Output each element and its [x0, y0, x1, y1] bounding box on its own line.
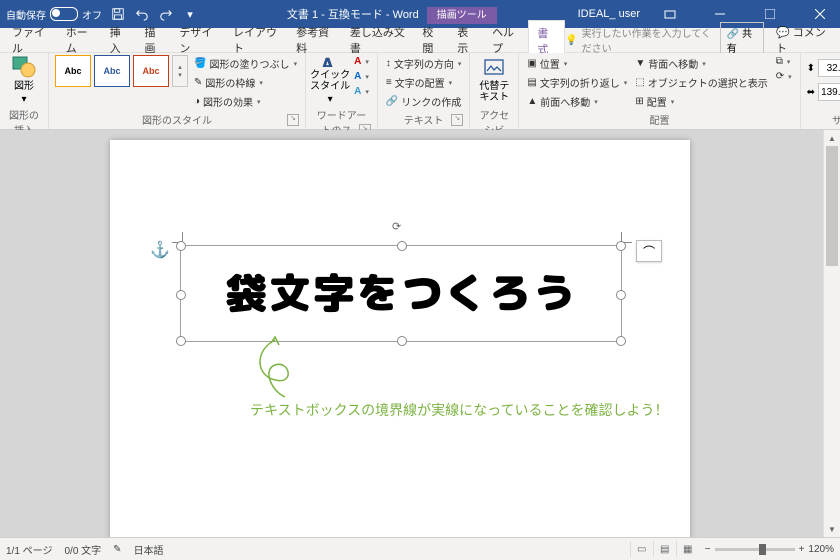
print-layout-icon[interactable]: ▤	[653, 541, 676, 557]
style-thumb[interactable]: Abc	[55, 55, 91, 87]
wrap-text-button[interactable]: ▤文字列の折り返し▾	[525, 74, 629, 91]
resize-handle[interactable]	[616, 336, 626, 346]
shapes-button[interactable]: 図形▾	[6, 55, 42, 105]
scroll-down-icon[interactable]: ▼	[824, 521, 840, 537]
page[interactable]: ⚓ ⟳ 袋文字をつくろう ⌒ テキストボックスの境界線が実線になっていることを確…	[110, 140, 690, 537]
resize-handle[interactable]	[176, 336, 186, 346]
text-outline-button[interactable]: A▾	[352, 70, 371, 83]
shape-fill-button[interactable]: 🪣図形の塗りつぶし▾	[192, 55, 299, 72]
language-indicator[interactable]: 日本語	[134, 542, 164, 557]
align-icon: ≡	[386, 77, 392, 88]
dialog-launcher-icon[interactable]: ↘	[287, 114, 299, 126]
zoom-in-icon[interactable]: +	[799, 544, 805, 555]
zoom-control[interactable]: − + 120%	[705, 544, 834, 555]
group-label: サイズ↘	[807, 110, 840, 129]
page-indicator[interactable]: 1/1 ページ	[6, 542, 52, 557]
annotation-arrow-icon	[245, 335, 305, 405]
status-bar: 1/1 ページ 0/0 文字 ✎ 日本語 ▭ ▤ ▦ − + 120%	[0, 537, 840, 560]
layout-options-icon[interactable]: ⌒	[636, 240, 662, 262]
resize-handle[interactable]	[176, 241, 186, 251]
group-icon: ⧉	[776, 56, 783, 67]
group-arrange: ▣位置▾ ▤文字列の折り返し▾ ▲前面へ移動▾ ▼背面へ移動▾ ⬚オブジェクトの…	[519, 53, 800, 129]
dialog-launcher-icon[interactable]: ↘	[451, 114, 463, 126]
group-wordart: A クイック スタイル▾ A▾ A▾ A▾ ワードアートのス…↘	[306, 53, 378, 129]
group-insert-shapes: 図形▾ 図形の挿入	[0, 53, 49, 129]
scroll-up-icon[interactable]: ▲	[824, 130, 840, 146]
zoom-out-icon[interactable]: −	[705, 544, 711, 555]
effects-icon: ◑	[194, 96, 200, 107]
height-input[interactable]: ⬍▴▾	[807, 59, 840, 77]
rotate-button[interactable]: ⟳▾	[774, 70, 794, 83]
group-label: テキスト↘	[384, 110, 464, 129]
resize-handle[interactable]	[176, 290, 186, 300]
zoom-slider[interactable]	[715, 548, 795, 551]
align-text-button[interactable]: ≡文字の配置▾	[384, 74, 464, 91]
gallery-more-icon[interactable]: ▴▾	[172, 55, 188, 87]
resize-handle[interactable]	[397, 336, 407, 346]
group-label: 図形のスタイル↘	[55, 110, 299, 129]
ribbon: 図形▾ 図形の挿入 Abc Abc Abc ▴▾ 🪣図形の塗りつぶし▾ ✎図形の…	[0, 53, 840, 130]
bring-forward-button[interactable]: ▲前面へ移動▾	[525, 93, 629, 110]
proofing-icon[interactable]: ✎	[113, 544, 121, 555]
user-name[interactable]: IDEAL_ user	[578, 8, 640, 20]
text-direction-button[interactable]: ↕文字列の方向▾	[384, 55, 464, 72]
svg-text:A: A	[321, 55, 334, 67]
anchor-icon: ⚓	[150, 240, 170, 260]
document-area[interactable]: ⚓ ⟳ 袋文字をつくろう ⌒ テキストボックスの境界線が実線になっていることを確…	[0, 130, 840, 537]
alt-text-button[interactable]: 代替テ キスト	[476, 55, 512, 105]
style-thumb[interactable]: Abc	[94, 55, 130, 87]
select-icon: ⬚	[635, 77, 644, 88]
align-obj-icon: ⊞	[635, 96, 643, 107]
resize-handle[interactable]	[616, 290, 626, 300]
rotate-icon: ⟳	[776, 71, 784, 82]
send-backward-button[interactable]: ▼背面へ移動▾	[633, 55, 769, 72]
style-gallery[interactable]: Abc Abc Abc ▴▾	[55, 55, 188, 87]
resize-handle[interactable]	[397, 241, 407, 251]
height-icon: ⬍	[807, 63, 815, 74]
rotate-handle-icon[interactable]: ⟳	[392, 220, 408, 236]
text-box[interactable]: 袋文字をつくろう	[180, 245, 622, 342]
width-input[interactable]: ⬌▴▾	[807, 83, 840, 101]
resize-handle[interactable]	[616, 241, 626, 251]
group-shape-styles: Abc Abc Abc ▴▾ 🪣図形の塗りつぶし▾ ✎図形の枠線▾ ◑図形の効果…	[49, 53, 306, 129]
width-icon: ⬌	[807, 87, 815, 98]
ribbon-tabs: ファイル ホーム 挿入 描画 デザイン レイアウト 参考資料 差し込み文書 校閲…	[0, 28, 840, 53]
group-size: ⬍▴▾ ⬌▴▾ サイズ↘	[801, 53, 840, 129]
scroll-thumb[interactable]	[826, 146, 838, 266]
annotation-text: テキストボックスの境界線が実線になっていることを確認しよう！	[250, 400, 668, 420]
selection-pane-button[interactable]: ⬚オブジェクトの選択と表示	[633, 74, 769, 91]
create-link-button[interactable]: 🔗リンクの作成	[384, 93, 464, 110]
direction-icon: ↕	[386, 58, 391, 69]
vertical-scrollbar[interactable]: ▲ ▼	[823, 130, 840, 537]
web-layout-icon[interactable]: ▦	[676, 541, 699, 557]
position-button[interactable]: ▣位置▾	[525, 55, 629, 72]
textbox-content[interactable]: 袋文字をつくろう	[181, 246, 621, 341]
group-label: 配置	[525, 110, 793, 129]
focus-mode-icon[interactable]: ▭	[630, 541, 653, 557]
group-text: ↕文字列の方向▾ ≡文字の配置▾ 🔗リンクの作成 テキスト↘	[378, 53, 471, 129]
tell-me[interactable]: 💡実行したい作業を入力してください	[565, 25, 716, 55]
toggle-switch-icon	[50, 7, 78, 21]
text-effects-button[interactable]: A▾	[352, 85, 371, 98]
zoom-value[interactable]: 120%	[808, 544, 834, 555]
lightbulb-icon: 💡	[565, 35, 577, 46]
pen-icon: ✎	[194, 77, 202, 88]
position-icon: ▣	[527, 58, 536, 69]
back-icon: ▼	[635, 58, 645, 69]
front-icon: ▲	[527, 96, 537, 107]
link-icon: 🔗	[386, 96, 398, 107]
align-objects-button[interactable]: ⊞配置▾	[633, 93, 769, 110]
group-accessibility: 代替テ キスト アクセシビリ…	[470, 53, 519, 129]
group-button[interactable]: ⧉▾	[774, 55, 794, 68]
word-count[interactable]: 0/0 文字	[64, 542, 101, 557]
shape-outline-button[interactable]: ✎図形の枠線▾	[192, 74, 299, 91]
shape-effects-button[interactable]: ◑図形の効果▾	[192, 93, 299, 110]
text-fill-button[interactable]: A▾	[352, 55, 371, 68]
ribbon-display-icon[interactable]	[650, 0, 690, 28]
style-thumb[interactable]: Abc	[133, 55, 169, 87]
wrap-icon: ▤	[527, 77, 536, 88]
bucket-icon: 🪣	[194, 58, 206, 69]
quick-styles-button[interactable]: A クイック スタイル▾	[312, 55, 348, 105]
